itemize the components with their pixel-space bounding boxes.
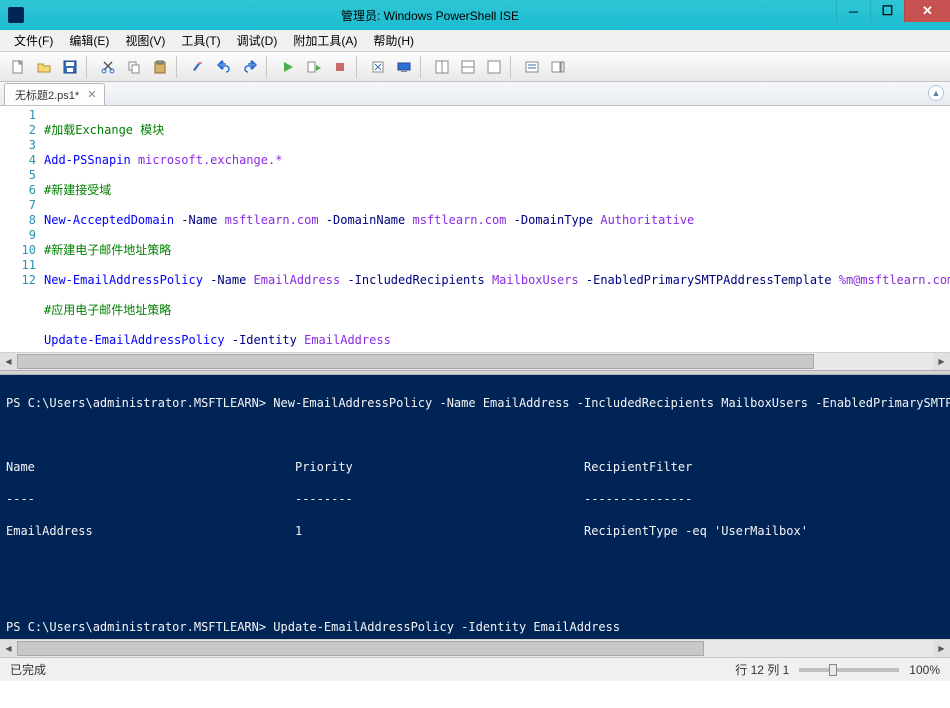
menu-tools[interactable]: 工具(T) bbox=[173, 30, 228, 51]
app-icon bbox=[8, 7, 24, 23]
menu-addons[interactable]: 附加工具(A) bbox=[285, 30, 365, 51]
toolbar bbox=[0, 52, 950, 82]
code-area[interactable]: #加载Exchange 模块 Add-PSSnapin microsoft.ex… bbox=[44, 106, 950, 352]
minimize-button[interactable]: ─ bbox=[836, 0, 870, 22]
close-button[interactable]: ✕ bbox=[904, 0, 950, 22]
layout2-icon[interactable] bbox=[456, 55, 480, 79]
layout1-icon[interactable] bbox=[430, 55, 454, 79]
script-editor[interactable]: 123456789101112 #加载Exchange 模块 Add-PSSna… bbox=[0, 106, 950, 352]
menu-help[interactable]: 帮助(H) bbox=[365, 30, 422, 51]
collapse-editor-icon[interactable]: ▲ bbox=[928, 85, 944, 101]
commands-icon[interactable] bbox=[520, 55, 544, 79]
menu-file[interactable]: 文件(F) bbox=[6, 30, 61, 51]
console-pane: PS C:\Users\administrator.MSFTLEARN> New… bbox=[0, 375, 950, 657]
paste-icon[interactable] bbox=[148, 55, 172, 79]
copy-icon[interactable] bbox=[122, 55, 146, 79]
zoom-slider[interactable] bbox=[799, 668, 899, 672]
layout3-icon[interactable] bbox=[482, 55, 506, 79]
zoom-level: 100% bbox=[909, 663, 940, 677]
window-title: 管理员: Windows PowerShell ISE bbox=[24, 7, 836, 24]
scroll-right-icon[interactable]: ▶ bbox=[933, 640, 950, 657]
cursor-position: 行 12 列 1 bbox=[735, 661, 789, 678]
tab-label: 无标题2.ps1* bbox=[15, 87, 79, 103]
statusbar: 已完成 行 12 列 1 100% bbox=[0, 657, 950, 681]
window-titlebar: 管理员: Windows PowerShell ISE ─ ☐ ✕ bbox=[0, 0, 950, 30]
breakpoint-icon[interactable] bbox=[366, 55, 390, 79]
editor-tabs: 无标题2.ps1* ✕ ▲ bbox=[0, 82, 950, 106]
open-file-icon[interactable] bbox=[32, 55, 56, 79]
status-message: 已完成 bbox=[10, 661, 46, 678]
redo-icon[interactable] bbox=[238, 55, 262, 79]
scroll-left-icon[interactable]: ◀ bbox=[0, 640, 17, 657]
maximize-button[interactable]: ☐ bbox=[870, 0, 904, 22]
undo-icon[interactable] bbox=[212, 55, 236, 79]
scroll-right-icon[interactable]: ▶ bbox=[933, 353, 950, 370]
scroll-thumb[interactable] bbox=[17, 641, 704, 656]
menu-edit[interactable]: 编辑(E) bbox=[61, 30, 117, 51]
zoom-thumb[interactable] bbox=[829, 664, 837, 676]
stop-icon[interactable] bbox=[328, 55, 352, 79]
run-icon[interactable] bbox=[276, 55, 300, 79]
save-icon[interactable] bbox=[58, 55, 82, 79]
remote-icon[interactable] bbox=[392, 55, 416, 79]
menu-view[interactable]: 视图(V) bbox=[117, 30, 173, 51]
run-selection-icon[interactable] bbox=[302, 55, 326, 79]
menu-debug[interactable]: 调试(D) bbox=[229, 30, 286, 51]
tab-close-icon[interactable]: ✕ bbox=[85, 88, 98, 101]
console-hscroll[interactable]: ◀ ▶ bbox=[0, 639, 950, 657]
scroll-left-icon[interactable]: ◀ bbox=[0, 353, 17, 370]
menubar: 文件(F) 编辑(E) 视图(V) 工具(T) 调试(D) 附加工具(A) 帮助… bbox=[0, 30, 950, 52]
addons-pane-icon[interactable] bbox=[546, 55, 570, 79]
tab-untitled2[interactable]: 无标题2.ps1* ✕ bbox=[4, 83, 105, 105]
editor-hscroll[interactable]: ◀ ▶ bbox=[0, 352, 950, 370]
new-file-icon[interactable] bbox=[6, 55, 30, 79]
cut-icon[interactable] bbox=[96, 55, 120, 79]
clear-icon[interactable] bbox=[186, 55, 210, 79]
console-output[interactable]: PS C:\Users\administrator.MSFTLEARN> New… bbox=[0, 375, 950, 639]
scroll-thumb[interactable] bbox=[17, 354, 814, 369]
line-gutter: 123456789101112 bbox=[0, 106, 44, 352]
